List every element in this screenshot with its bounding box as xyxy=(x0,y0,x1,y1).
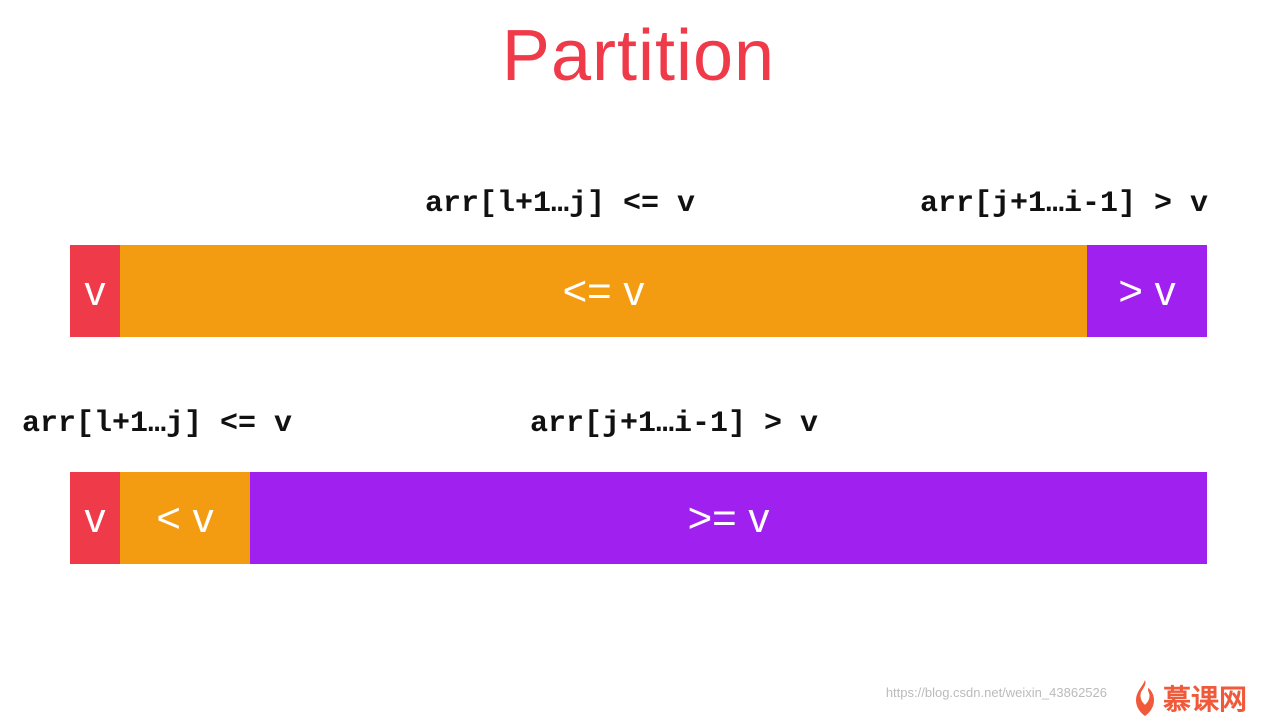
row2-bar: v< v>= v xyxy=(70,472,1207,564)
row2-label-right: arr[j+1…i-1] > v xyxy=(530,407,818,441)
watermark-url: https://blog.csdn.net/weixin_43862526 xyxy=(886,685,1107,700)
row2-label-left: arr[l+1…j] <= v xyxy=(22,407,292,441)
bar1-seg-2: > v xyxy=(1087,245,1207,337)
row1-label-right: arr[j+1…i-1] > v xyxy=(920,187,1208,221)
row2-labels: arr[l+1…j] <= v arr[j+1…i-1] > v xyxy=(0,407,1277,447)
bar2-seg-1: < v xyxy=(120,472,250,564)
row1-labels: arr[l+1…j] <= v arr[j+1…i-1] > v xyxy=(0,187,1277,227)
bar2-seg-0: v xyxy=(70,472,120,564)
row1-label-left: arr[l+1…j] <= v xyxy=(425,187,695,221)
watermark-text: 慕课网 xyxy=(1163,678,1247,718)
watermark-brand: 慕课网 xyxy=(1131,678,1247,718)
diagram-title: Partition xyxy=(0,15,1277,97)
flame-icon xyxy=(1131,680,1159,716)
bar1-seg-1: <= v xyxy=(120,245,1087,337)
bar2-seg-2: >= v xyxy=(250,472,1207,564)
bar1-seg-0: v xyxy=(70,245,120,337)
row1-bar: v<= v> v xyxy=(70,245,1207,337)
